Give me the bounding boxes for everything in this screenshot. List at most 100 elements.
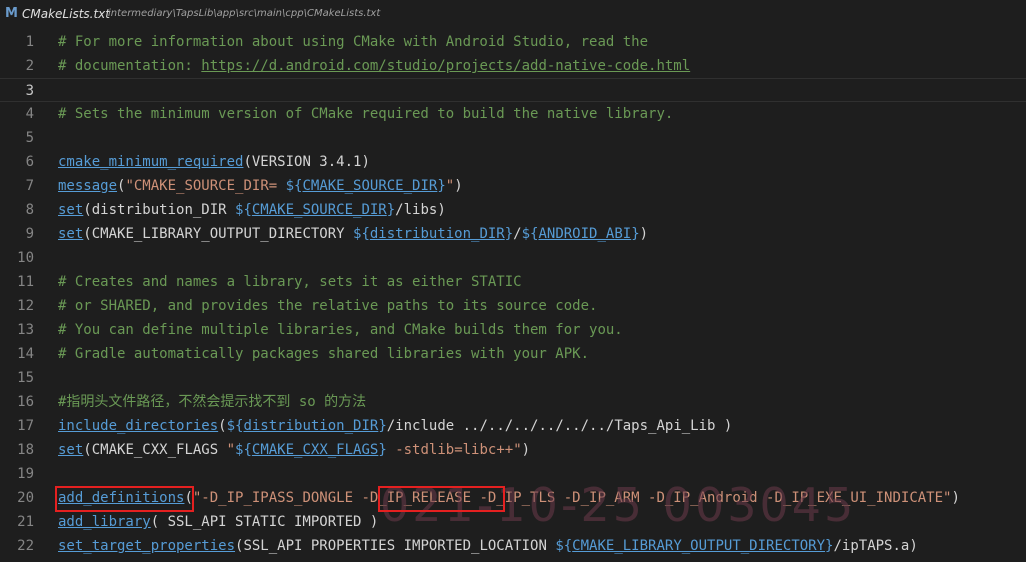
code-line[interactable]: 16 #指明头文件路径，不然会提示找不到 so 的方法 <box>0 390 1026 414</box>
code-line[interactable]: 9 set(CMAKE_LIBRARY_OUTPUT_DIRECTORY ${ di… <box>0 222 1026 246</box>
code-token: } <box>378 418 387 434</box>
line-code: # documentation: https://d.android.com/s… <box>58 54 690 78</box>
code-line[interactable]: 18 set(CMAKE_CXX_FLAGS "${CMAKE_CXX_FLAGS… <box>0 438 1026 462</box>
code-token: "CMAKE_SOURCE_DIR= <box>125 178 286 194</box>
line-code: set(CMAKE_CXX_FLAGS "${CMAKE_CXX_FLAGS} … <box>58 438 530 462</box>
code-line[interactable]: 5 <box>0 126 1026 150</box>
line-number: 11 <box>17 274 34 290</box>
code-token: / <box>513 226 522 242</box>
line-number: 20 <box>17 490 34 506</box>
line-code: # Sets the minimum version of CMake requ… <box>58 102 673 126</box>
editor-tab[interactable]: M CMakeLists.txt intermediary\TapsLib\ap… <box>0 0 1026 30</box>
code-token: (CMAKE_LIBRARY_OUTPUT_DIRECTORY <box>83 226 354 242</box>
cmake-file-icon: M <box>5 6 18 21</box>
code-token: cmake_minimum_required <box>58 154 244 170</box>
line-code: set(distribution_DIR ${CMAKE_SOURCE_DIR}… <box>58 198 446 222</box>
code-line[interactable]: 10 <box>0 246 1026 270</box>
code-token: ${ <box>235 202 252 218</box>
code-token: } <box>378 442 387 458</box>
code-line[interactable]: 6 cmake_minimum_required(VERSION 3.4.1) <box>0 150 1026 174</box>
code-token: ) <box>454 178 463 194</box>
highlight-add-definitions <box>55 486 194 512</box>
line-code: # For more information about using CMake… <box>58 30 648 54</box>
code-token: # or SHARED, and provides the relative p… <box>58 298 598 314</box>
line-number: 8 <box>25 202 34 218</box>
line-code: #指明头文件路径，不然会提示找不到 so 的方法 <box>58 390 366 414</box>
code-token: set_target_properties <box>58 538 236 554</box>
code-token: /ipTAPS.a) <box>833 538 918 554</box>
code-line[interactable]: 7 message("CMAKE_SOURCE_DIR= ${CMAKE_SOUR… <box>0 174 1026 198</box>
code-line[interactable]: 1 # For more information about using CMak… <box>0 30 1026 54</box>
code-line[interactable]: 17 include_directories(${distribution_DIR… <box>0 414 1026 438</box>
code-token: #指明头文件路径，不然会提示找不到 so 的方法 <box>58 394 367 410</box>
code-token: } <box>504 226 514 242</box>
line-code: # You can define multiple libraries, and… <box>58 318 623 342</box>
code-token: set <box>58 202 84 218</box>
code-token: # Gradle automatically packages shared l… <box>58 346 590 362</box>
code-token: /include ../../../../../../Taps_Api_Lib … <box>386 418 733 434</box>
code-token: CMAKE_SOURCE_DIR <box>251 202 387 218</box>
code-line[interactable]: 14 # Gradle automatically packages shared… <box>0 342 1026 366</box>
line-number: 13 <box>17 322 34 338</box>
code-line[interactable]: 4 # Sets the minimum version of CMake req… <box>0 102 1026 126</box>
code-token: } <box>631 226 640 242</box>
tab-file-path: intermediary\TapsLib\app\src\main\cpp\CM… <box>108 8 381 19</box>
line-code: set(CMAKE_LIBRARY_OUTPUT_DIRECTORY ${ dis… <box>58 222 648 246</box>
line-code: # Creates and names a library, sets it a… <box>58 270 522 294</box>
code-token: ) <box>951 490 960 506</box>
code-line[interactable]: 15 <box>0 366 1026 390</box>
line-number: 15 <box>17 370 34 386</box>
line-code: # or SHARED, and provides the relative p… <box>58 294 597 318</box>
code-token: /libs) <box>395 202 446 218</box>
line-number: 21 <box>17 514 34 530</box>
code-token: # Sets the minimum version of CMake requ… <box>58 106 674 122</box>
code-line[interactable]: 22 set_target_properties(SSL_API PROPERTI… <box>0 534 1026 558</box>
highlight-ip-release <box>378 486 505 512</box>
line-number: 12 <box>17 298 34 314</box>
code-token: ANDROID_ABI <box>538 226 632 242</box>
code-token: " <box>226 442 236 458</box>
code-line[interactable]: 13 # You can define multiple libraries, a… <box>0 318 1026 342</box>
code-token[interactable]: https://d.android.com/studio/projects/ad… <box>201 58 690 74</box>
line-number: 14 <box>17 346 34 362</box>
line-code: set_target_properties(SSL_API PROPERTIES… <box>58 534 918 558</box>
line-number: 6 <box>25 154 34 170</box>
code-token: CMAKE_CXX_FLAGS <box>251 442 379 458</box>
line-number: 7 <box>25 178 34 194</box>
code-token: " <box>445 178 455 194</box>
code-token: # For more information about using CMake… <box>58 34 649 50</box>
line-number: 1 <box>25 34 34 50</box>
code-token: } <box>437 178 446 194</box>
line-number: 3 <box>25 83 34 99</box>
code-token: -stdlib=libc++" <box>386 442 522 458</box>
line-number: 19 <box>17 466 34 482</box>
line-number: 9 <box>25 226 34 242</box>
line-code: message("CMAKE_SOURCE_DIR= ${CMAKE_SOURC… <box>58 174 463 198</box>
code-token: (distribution_DIR <box>83 202 236 218</box>
code-token: distribution_DIR <box>369 226 505 242</box>
code-token: add_library <box>58 514 151 530</box>
line-code: # Gradle automatically packages shared l… <box>58 342 589 366</box>
code-token: set <box>58 226 84 242</box>
code-token: (VERSION 3.4.1) <box>243 154 370 170</box>
code-token: ( SSL_API STATIC IMPORTED ) <box>150 514 379 530</box>
code-token: ${ <box>555 538 573 554</box>
code-token: (CMAKE_CXX_FLAGS <box>83 442 227 458</box>
code-token: distribution_DIR <box>243 418 379 434</box>
code-token: # documentation: <box>58 58 202 74</box>
code-token: ${ <box>521 226 539 242</box>
tab-filename: CMakeLists.txt <box>22 7 110 21</box>
code-line[interactable]: 11 # Creates and names a library, sets it… <box>0 270 1026 294</box>
code-line[interactable]: 12 # or SHARED, and provides the relative… <box>0 294 1026 318</box>
code-token: (SSL_API PROPERTIES IMPORTED_LOCATION <box>235 538 556 554</box>
code-token: CMAKE_LIBRARY_OUTPUT_DIRECTORY <box>572 538 826 554</box>
code-token: ${ <box>226 418 244 434</box>
code-line[interactable]: 2 # documentation: https://d.android.com/… <box>0 54 1026 78</box>
code-line[interactable]: 3 <box>0 78 1026 102</box>
line-code: include_directories(${distribution_DIR}/… <box>58 414 732 438</box>
code-line[interactable]: 8 set(distribution_DIR ${CMAKE_SOURCE_DIR… <box>0 198 1026 222</box>
line-number: 17 <box>17 418 34 434</box>
code-token: # Creates and names a library, sets it a… <box>58 274 522 290</box>
line-number: 4 <box>25 106 34 122</box>
code-token: ( <box>218 418 227 434</box>
